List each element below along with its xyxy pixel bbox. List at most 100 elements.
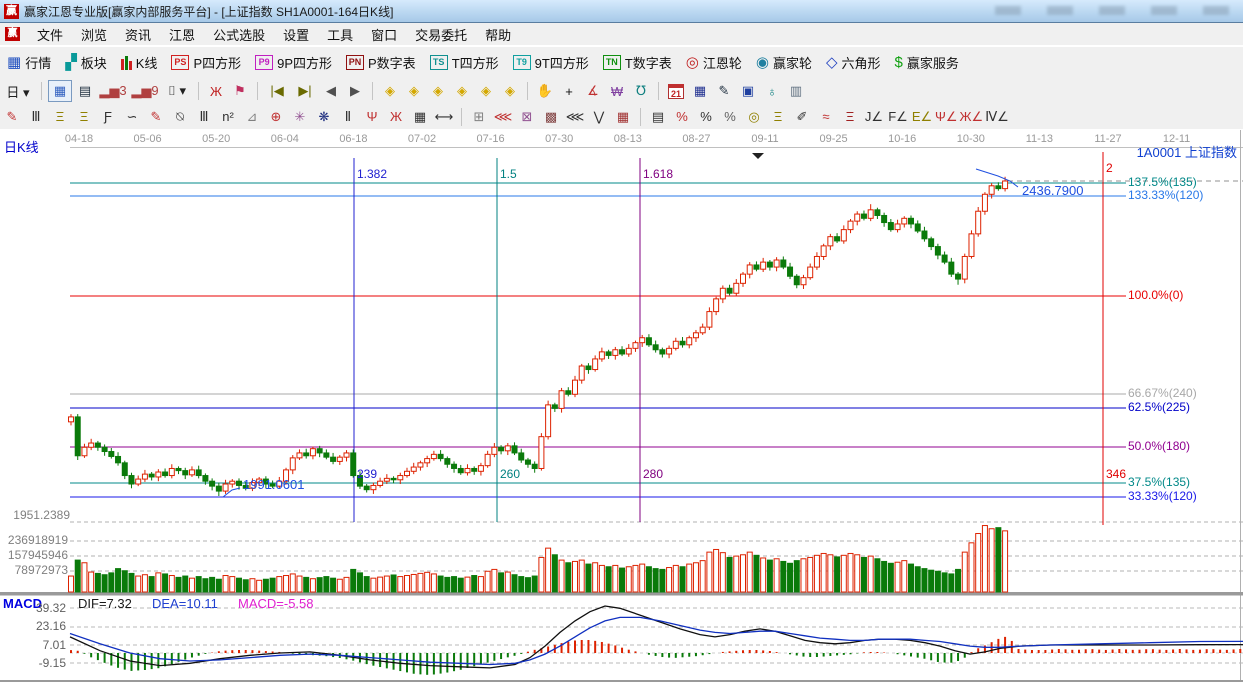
percent-red-tool[interactable]: % xyxy=(671,107,693,127)
gold-red-tool[interactable]: Ξ xyxy=(839,107,861,127)
wave-arc-tool[interactable]: ∽ xyxy=(121,107,143,127)
angle-ruler-tool[interactable]: ⊿ xyxy=(241,107,263,127)
web-tool[interactable]: ❋ xyxy=(313,107,335,127)
window-layout-icon[interactable]: ▦ xyxy=(48,80,72,102)
gold-split2-tool[interactable]: Ξ xyxy=(73,107,95,127)
menu-item-3[interactable]: 江恩 xyxy=(160,26,204,45)
spider-tool[interactable]: ✳ xyxy=(289,107,311,127)
e-angle-tool[interactable]: E∠ xyxy=(911,107,933,127)
p-number-button[interactable]: PN P数字表 xyxy=(346,53,416,72)
volume-profile-tool[interactable]: ▤ xyxy=(647,107,669,127)
prev-button[interactable]: ◀ xyxy=(320,81,342,101)
fan-lines-tool[interactable]: ⋘ xyxy=(564,107,586,127)
candle-style-dropdown[interactable]: ⌷ ▾ xyxy=(162,81,192,101)
hash-tool[interactable]: Ⅲ xyxy=(193,107,215,127)
gann-wheel-button-icon: ◎ xyxy=(685,54,699,71)
bars-3-icon[interactable]: ▂▅3 xyxy=(98,81,128,101)
period-day-dropdown[interactable]: 日 ▾ xyxy=(1,81,35,101)
menu-item-0[interactable]: 文件 xyxy=(28,26,72,45)
grid-123-tool[interactable]: ▦ xyxy=(409,107,431,127)
nav-left-diamond-button[interactable]: ◈ xyxy=(379,81,401,101)
p-number-button-label: P数字表 xyxy=(368,56,416,71)
pattern-icon[interactable]: Ж xyxy=(205,81,227,101)
menu-item-8[interactable]: 交易委托 xyxy=(406,26,476,45)
menu-item-9[interactable]: 帮助 xyxy=(476,26,520,45)
hexagon-button[interactable]: ◇ 六角形 xyxy=(826,53,881,72)
nav-expand-diamond-button[interactable]: ◈ xyxy=(427,81,449,101)
winner-wheel-button[interactable]: ◉ 赢家轮 xyxy=(756,53,812,72)
t-square-button[interactable]: TS T四方形 xyxy=(429,53,499,72)
calculator-icon[interactable]: ▦ xyxy=(689,81,711,101)
brush-tool[interactable]: ✎ xyxy=(145,107,167,127)
bars-9-icon[interactable]: ▂▅9 xyxy=(130,81,160,101)
nav-center-diamond-button[interactable]: ◈ xyxy=(475,81,497,101)
shen-tool[interactable]: Ψ xyxy=(361,107,383,127)
skip-first-button[interactable]: |◀ xyxy=(264,81,290,101)
ying-angle-tool[interactable]: Ж∠ xyxy=(960,107,984,127)
nav-all-diamond-button[interactable]: ◈ xyxy=(499,81,521,101)
pencil-tool[interactable]: ✎ xyxy=(1,107,23,127)
p9-square-button[interactable]: P9 9P四方形 xyxy=(255,53,332,72)
memo-icon[interactable]: ✎ xyxy=(713,81,735,101)
pause-marks-tool[interactable]: Ⅱ xyxy=(337,107,359,127)
nav-collapse-diamond-button[interactable]: ◈ xyxy=(451,81,473,101)
p-square-button[interactable]: PS P四方形 xyxy=(171,53,241,72)
menu-item-7[interactable]: 窗口 xyxy=(362,26,406,45)
chart-canvas[interactable] xyxy=(0,129,1243,686)
frame-tool[interactable]: ⊞ xyxy=(468,107,490,127)
skip-last-button[interactable]: ▶| xyxy=(292,81,318,101)
t9-square-button[interactable]: T9 9T四方形 xyxy=(512,53,589,72)
fan-tool-button[interactable]: ℧ xyxy=(630,81,652,101)
circle-angle-tool[interactable]: ⍉ xyxy=(169,107,191,127)
menu-item-5[interactable]: 设置 xyxy=(274,26,318,45)
crosshair-tool-button[interactable]: + xyxy=(558,81,580,101)
dense-grid-tool[interactable]: ▦ xyxy=(612,107,634,127)
gold-split-tool[interactable]: Ξ xyxy=(49,107,71,127)
wave-red-tool[interactable]: ≈ xyxy=(815,107,837,127)
target-cross-tool[interactable]: ⊕ xyxy=(265,107,287,127)
fan-red-tool[interactable]: ⋘ xyxy=(492,107,514,127)
menu-item-6[interactable]: 工具 xyxy=(318,26,362,45)
gold-circle-tool[interactable]: ◎ xyxy=(743,107,765,127)
menu-item-1[interactable]: 浏览 xyxy=(72,26,116,45)
kline-button-label: K线 xyxy=(135,56,158,71)
save-icon[interactable]: ▣ xyxy=(737,81,759,101)
shen-angle-tool[interactable]: Ψ∠ xyxy=(935,107,958,127)
angle-tool-button[interactable]: ∡ xyxy=(582,81,604,101)
gann-wheel-button[interactable]: ◎ 江恩轮 xyxy=(686,53,742,72)
computer-icon[interactable]: ▥ xyxy=(785,81,807,101)
kline-button[interactable]: K线 xyxy=(120,53,158,72)
wan-tool-button[interactable]: ₩ xyxy=(606,81,628,101)
menu-item-4[interactable]: 公式选股 xyxy=(204,26,274,45)
report-view-icon[interactable]: ▤ xyxy=(74,81,96,101)
n-square-tool[interactable]: n² xyxy=(217,107,239,127)
gold-lines-tool[interactable]: Ξ xyxy=(767,107,789,127)
titlebar-ghost-items xyxy=(995,6,1229,15)
quotes-button[interactable]: ▦ 行情 xyxy=(7,53,51,72)
f-angle-tool[interactable]: F∠ xyxy=(887,107,909,127)
calendar-icon[interactable]: 21 xyxy=(665,81,687,101)
ying-tool[interactable]: Ж xyxy=(385,107,407,127)
comb-lines-tool[interactable]: Ⅲ xyxy=(25,107,47,127)
menu-item-2[interactable]: 资讯 xyxy=(116,26,160,45)
winner-service-button[interactable]: $ 赢家服务 xyxy=(895,53,959,72)
box-fan-tool[interactable]: ⊠ xyxy=(516,107,538,127)
j-angle-tool[interactable]: J∠ xyxy=(863,107,885,127)
nav-right-diamond-button[interactable]: ◈ xyxy=(403,81,425,101)
sectors-button[interactable]: ▞ 板块 xyxy=(65,53,107,72)
percent-tool[interactable]: % xyxy=(695,107,717,127)
t-number-button[interactable]: TN T数字表 xyxy=(602,53,672,72)
hand-tool-button[interactable]: ✋ xyxy=(534,81,556,101)
network-icon[interactable]: ♁ xyxy=(761,81,783,101)
width-measure-tool[interactable]: ⟷ xyxy=(433,107,455,127)
box-web-tool[interactable]: ▩ xyxy=(540,107,562,127)
percent-lines-tool[interactable]: % xyxy=(719,107,741,127)
flag-icon[interactable]: ⚑ xyxy=(229,81,251,101)
next-button[interactable]: ▶ xyxy=(344,81,366,101)
f-comb-tool[interactable]: Ƒ xyxy=(97,107,119,127)
four-angle-tool[interactable]: Ⅳ∠ xyxy=(985,107,1009,127)
zigzag-tool[interactable]: ⋁ xyxy=(588,107,610,127)
kline-chart-area[interactable]: 日K线 04-18 05-06 05-20 06-04 06-18 07-02 07-16 0… xyxy=(0,129,1243,686)
sectors-button-label: 板块 xyxy=(80,56,107,71)
ink-tool[interactable]: ✐ xyxy=(791,107,813,127)
